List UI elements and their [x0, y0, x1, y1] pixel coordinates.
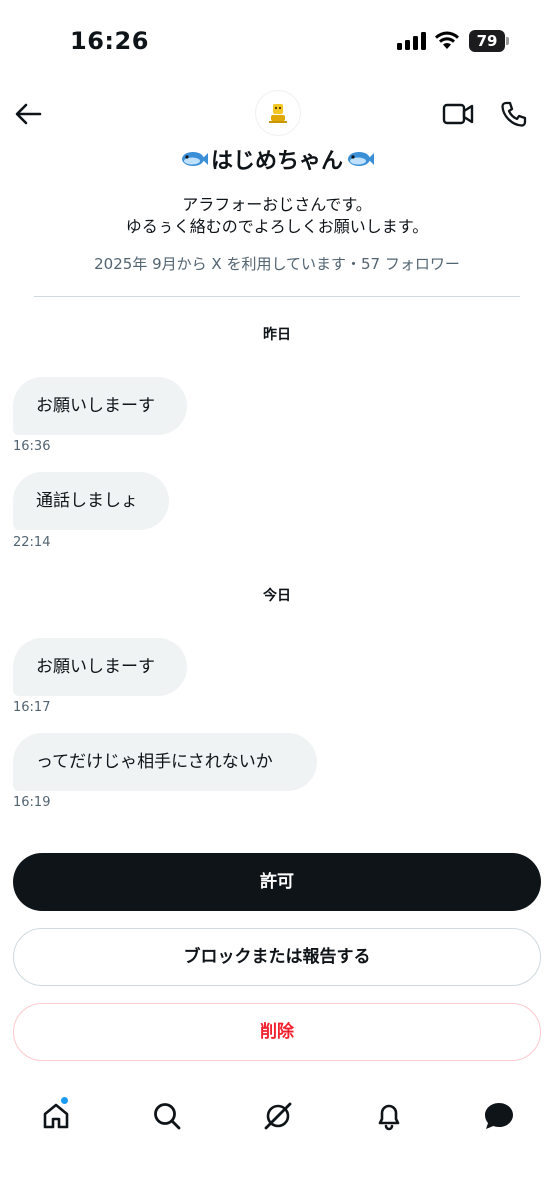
battery-level: 79: [469, 30, 505, 52]
nav-notifications[interactable]: [367, 1094, 411, 1138]
signal-icon: [397, 32, 426, 50]
message-time: 16:19: [13, 795, 51, 810]
nav-search[interactable]: [145, 1094, 189, 1138]
message-bubble[interactable]: お願いしまーす: [13, 377, 187, 435]
profile-name: はじめちゃん: [210, 149, 343, 174]
message-bubble[interactable]: お願いしまーす: [13, 638, 187, 696]
message-bubble[interactable]: 通話しましょ: [13, 472, 169, 530]
profile-name-row[interactable]: はじめちゃん: [0, 144, 554, 174]
search-icon: [154, 1103, 181, 1130]
message-time: 16:17: [13, 700, 51, 715]
back-button[interactable]: [12, 98, 44, 130]
bio-line: ゆるぅく絡むのでよろしくお願いします。: [125, 217, 429, 236]
battery-icon: 79: [469, 30, 509, 52]
bell-icon: [378, 1104, 400, 1131]
grok-icon: [264, 1102, 292, 1130]
nav-grok[interactable]: [256, 1094, 300, 1138]
nav-messages[interactable]: [477, 1094, 521, 1138]
arrow-left-icon: [15, 103, 42, 125]
home-icon: [43, 1103, 69, 1129]
divider: [34, 296, 520, 297]
avatar-image-icon: [269, 104, 287, 123]
allow-button[interactable]: 許可: [13, 853, 541, 911]
message-time: 16:36: [13, 439, 51, 454]
message-time: 22:14: [13, 535, 51, 550]
video-call-button[interactable]: [440, 99, 476, 129]
nav-home[interactable]: [34, 1094, 78, 1138]
status-time: 16:26: [70, 27, 149, 55]
notification-dot: [60, 1096, 69, 1105]
profile-bio: アラフォーおじさんです。 ゆるぅく絡むのでよろしくお願いします。: [0, 194, 554, 238]
day-label: 昨日: [263, 327, 291, 343]
fish-emoji-icon: [348, 152, 374, 166]
fish-emoji-icon: [181, 152, 208, 166]
voice-call-button[interactable]: [498, 98, 530, 130]
profile-meta: 2025年 9月から X を利用しています・57 フォロワー: [94, 255, 460, 273]
status-bar: 16:26 79: [0, 0, 554, 80]
video-camera-icon: [442, 103, 474, 125]
delete-button[interactable]: 削除: [13, 1003, 541, 1061]
block-report-button[interactable]: ブロックまたは報告する: [13, 928, 541, 986]
bio-line: アラフォーおじさんです。: [182, 195, 372, 214]
message-bubble-icon: [485, 1103, 513, 1129]
phone-icon: [501, 101, 527, 127]
dm-request-screen: 16:26 79 はじめちゃん アラフォーおじさんです。 ゆるぅく絡むのでよろし…: [0, 0, 554, 1200]
wifi-icon: [435, 31, 459, 49]
message-bubble[interactable]: ってだけじゃ相手にされないか: [13, 733, 317, 791]
day-label: 今日: [263, 588, 291, 604]
avatar[interactable]: [255, 90, 301, 136]
